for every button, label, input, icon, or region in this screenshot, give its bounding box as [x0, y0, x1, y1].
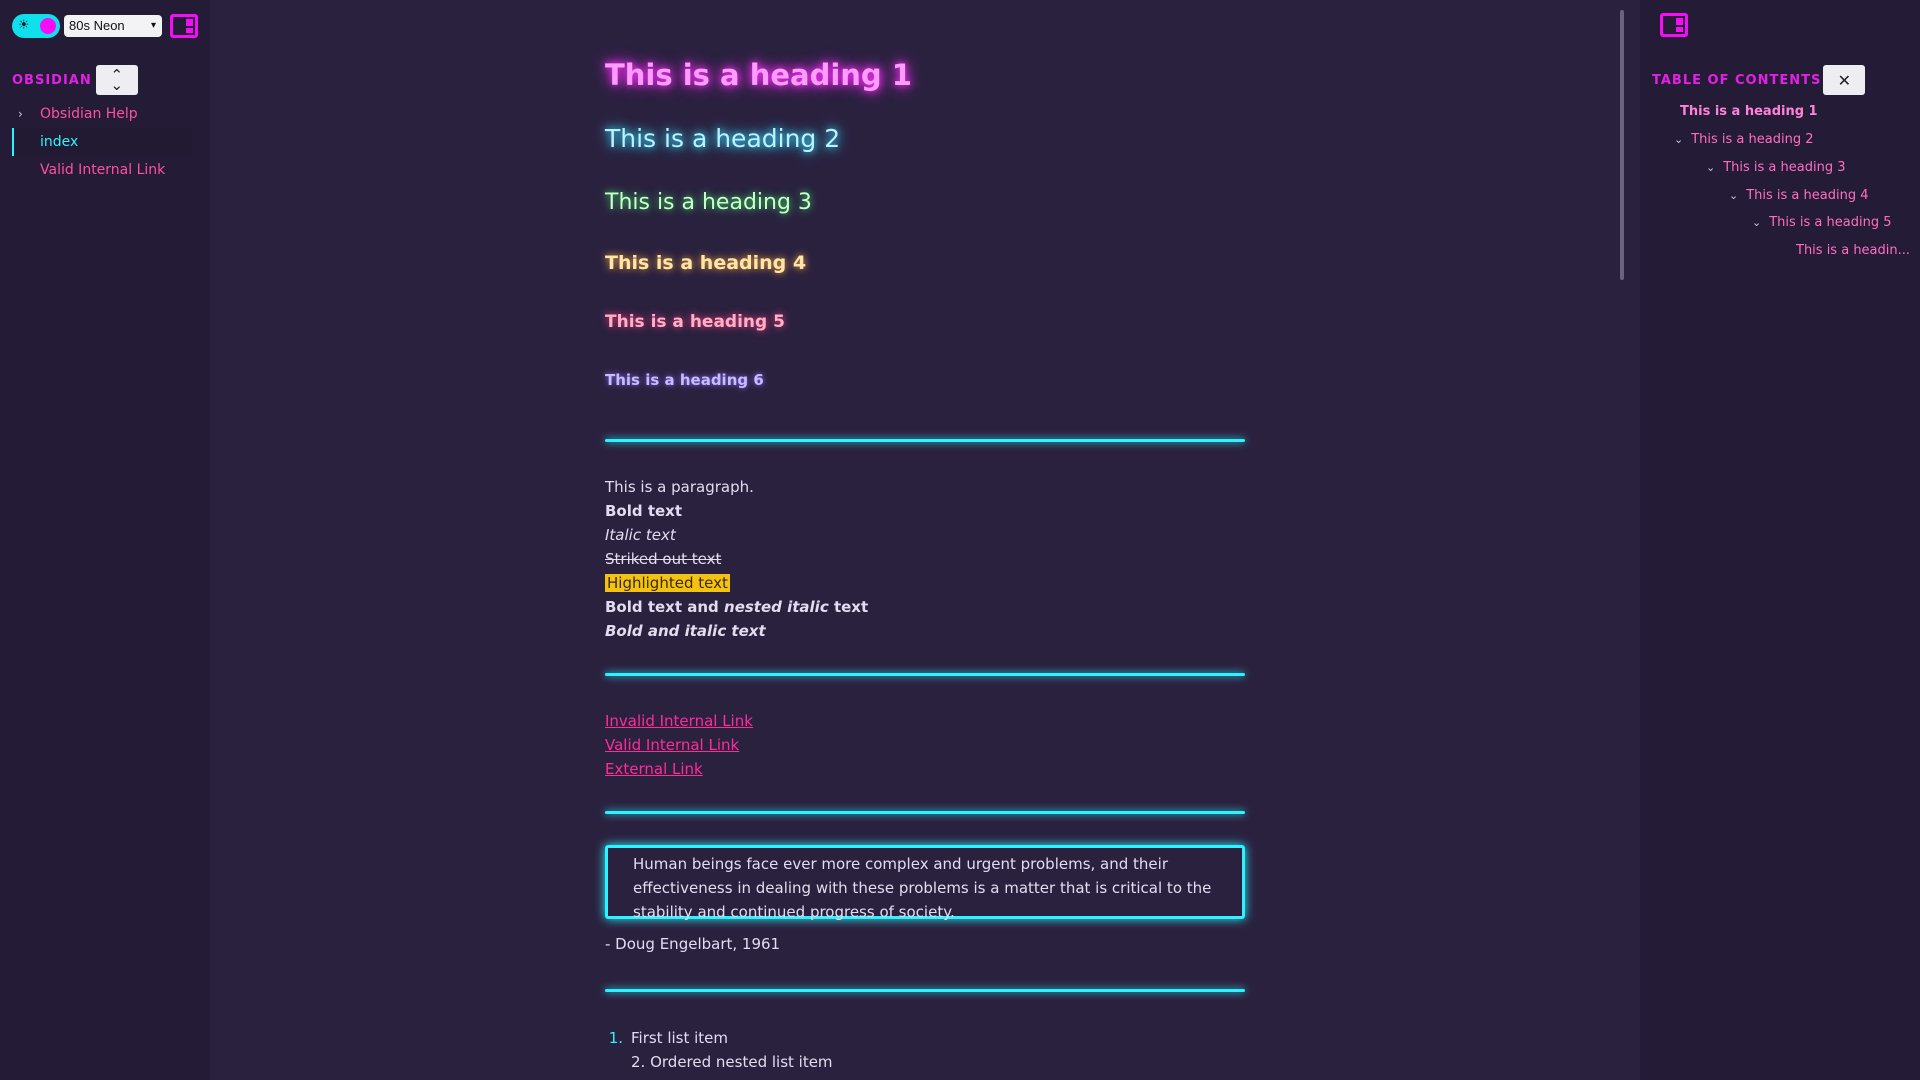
- toc-item-heading-3[interactable]: ⌄ This is a heading 3: [1706, 160, 1846, 175]
- layout-toggle-icon[interactable]: [1660, 13, 1688, 37]
- paragraph-text: This is a paragraph.: [605, 478, 754, 496]
- horizontal-rule: [605, 811, 1245, 814]
- tree-item-label: Obsidian Help: [40, 106, 138, 122]
- collapse-all-button[interactable]: ✕: [1823, 65, 1866, 95]
- heading-1: This is a heading 1: [605, 58, 912, 92]
- blockquote: Human beings face ever more complex and …: [605, 845, 1245, 921]
- mixed-format-text: Bold text and nested italic text: [605, 595, 868, 619]
- text-formatting-block: This is a paragraph. Bold text Italic te…: [605, 475, 868, 643]
- toc-header: TABLE OF CONTENTS ✕: [1652, 65, 1866, 95]
- chevron-down-icon: ⌄: [1674, 133, 1684, 146]
- collapse-icon: ✕: [1837, 70, 1852, 90]
- list-item-number: 2.: [631, 1053, 646, 1071]
- file-tree: › Obsidian Help index Valid Internal Lin…: [12, 100, 192, 184]
- list-item: 1. First list item: [605, 1026, 833, 1050]
- theme-select-value: 80s Neon: [69, 18, 125, 33]
- blockquote-text: Human beings face ever more complex and …: [633, 855, 1212, 921]
- list-item-number: 1.: [608, 1029, 623, 1047]
- mixed-bold-start: Bold text and: [605, 598, 725, 616]
- quote-citation: - Doug Engelbart, 1961: [605, 935, 781, 953]
- left-sidebar: ☀ 80s Neon ▾ OBSIDIAN ⌃ ⌄ › Obsidian Help…: [0, 0, 210, 1080]
- external-link[interactable]: External Link: [605, 757, 753, 781]
- heading-3: This is a heading 3: [605, 190, 812, 215]
- list-item: 2. Ordered nested list item: [605, 1050, 833, 1074]
- list-item-text: First list item: [631, 1029, 729, 1047]
- chevron-down-icon: ⌄: [1729, 189, 1739, 202]
- nested-italic-text: nested italic: [724, 598, 829, 616]
- heading-6: This is a heading 6: [605, 371, 764, 389]
- heading-5: This is a heading 5: [605, 312, 785, 332]
- strikethrough-text: Striked out text: [605, 550, 722, 568]
- list-item-text: Ordered nested list item: [650, 1053, 833, 1071]
- tree-item-valid-internal-link[interactable]: Valid Internal Link: [12, 156, 192, 184]
- bold-text: Bold text: [605, 502, 683, 520]
- mixed-bold-end: text: [828, 598, 869, 616]
- tree-item-label: index: [40, 134, 79, 150]
- toc-item-heading-4[interactable]: ⌄ This is a heading 4: [1729, 188, 1869, 203]
- toc-item-label: This is a heading 2: [1691, 132, 1814, 147]
- heading-2: This is a heading 2: [605, 124, 841, 153]
- italic-text: Italic text: [605, 526, 676, 544]
- sort-button[interactable]: ⌃ ⌄: [95, 65, 138, 95]
- tree-item-obsidian-help[interactable]: › Obsidian Help: [12, 100, 192, 128]
- chevron-down-icon: ⌄: [1752, 216, 1762, 229]
- toc-item-label: This is a heading 3: [1723, 160, 1846, 175]
- links-block: Invalid Internal Link Valid Internal Lin…: [605, 709, 753, 781]
- toc-item-heading-5[interactable]: ⌄ This is a heading 5: [1752, 215, 1892, 230]
- left-topbar: ☀ 80s Neon ▾: [12, 13, 198, 39]
- scrollbar[interactable]: [1620, 10, 1624, 280]
- ordered-list: 1. First list item 2. Ordered nested list…: [605, 1026, 833, 1074]
- sun-icon: ☀: [18, 18, 30, 33]
- toc-item-heading-6[interactable]: This is a headin...: [1796, 243, 1910, 258]
- theme-select[interactable]: 80s Neon ▾: [64, 15, 162, 37]
- horizontal-rule: [605, 439, 1245, 442]
- toc-item-label: This is a heading 4: [1746, 188, 1869, 203]
- vault-header: OBSIDIAN ⌃ ⌄: [12, 65, 138, 95]
- tree-item-label: Valid Internal Link: [40, 162, 166, 178]
- toc-title: TABLE OF CONTENTS: [1652, 72, 1822, 88]
- horizontal-rule: [605, 989, 1245, 992]
- highlighted-text: Highlighted text: [605, 574, 730, 592]
- heading-4: This is a heading 4: [605, 252, 807, 274]
- toc-item-heading-2[interactable]: ⌄ This is a heading 2: [1674, 132, 1814, 147]
- layout-toggle-icon[interactable]: [170, 14, 198, 38]
- tree-item-index[interactable]: index: [12, 128, 192, 156]
- valid-internal-link[interactable]: Valid Internal Link: [605, 733, 753, 757]
- toc-item-label: This is a headin...: [1796, 243, 1911, 258]
- sort-icon: ⌃ ⌄: [110, 66, 124, 94]
- right-sidebar: TABLE OF CONTENTS ✕ This is a heading 1 …: [1640, 0, 1920, 1080]
- toggle-knob: [40, 18, 56, 34]
- theme-mode-toggle[interactable]: ☀: [12, 14, 60, 38]
- toc-item-label: This is a heading 5: [1769, 215, 1892, 230]
- vault-title: OBSIDIAN: [12, 72, 92, 88]
- invalid-internal-link[interactable]: Invalid Internal Link: [605, 709, 753, 733]
- horizontal-rule: [605, 673, 1245, 676]
- bold-italic-text: Bold and italic text: [605, 622, 766, 640]
- toc-item-label: This is a heading 1: [1680, 104, 1818, 119]
- toc-item-heading-1[interactable]: This is a heading 1: [1680, 104, 1818, 119]
- chevron-down-icon: ⌄: [1706, 161, 1716, 174]
- chevron-right-icon: ›: [18, 107, 23, 121]
- chevron-down-icon: ▾: [150, 20, 156, 31]
